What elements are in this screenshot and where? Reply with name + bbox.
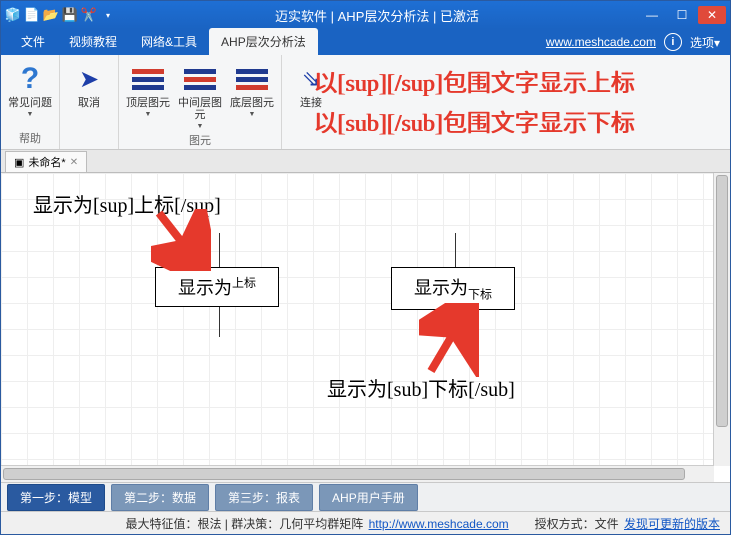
window-title: 迈实软件 | AHP层次分析法 | 已激活 [116,6,638,25]
step-manual-button[interactable]: AHP用户手册 [319,484,418,511]
step-model-button[interactable]: 第一步：模型 [7,484,105,511]
qat-dropdown-icon[interactable]: ▾ [100,7,116,23]
status-update-link[interactable]: 发现可更新的版本 [624,517,720,531]
quick-access-toolbar: 🧊 📄 📂 💾 ✂️ ▾ [5,7,116,23]
faq-button[interactable]: ? 常见问题 ▼ [7,59,53,118]
app-icon: 🧊 [5,7,21,23]
overlay-sub-hint: 以[sub][/sub]包围文字显示下标 [313,103,634,138]
info-icon[interactable]: i [664,33,682,51]
ribbon-group-layers: 顶层图元▼ 中间层图元▼ 底层图元▼ 图元 [119,55,282,149]
pointer-icon: ➤ [73,63,105,95]
overlay-sup-hint: 以[sup][/sup]包围文字显示上标 [313,63,634,98]
new-icon[interactable]: 📄 [24,7,40,23]
connect-icon: ⇘ [295,63,327,95]
window-controls: — ☐ ✕ [638,6,726,24]
caption-sub: 显示为[sub]下标[/sub] [327,373,515,402]
step-bar: 第一步：模型 第二步：数据 第三步：报表 AHP用户手册 [1,482,730,511]
document-tab[interactable]: ▣ 未命名* ✕ [5,151,87,172]
mid-layer-button[interactable]: 中间层图元▼ [177,59,223,130]
app-window: 🧊 📄 📂 💾 ✂️ ▾ 迈实软件 | AHP层次分析法 | 已激活 — ☐ ✕… [0,0,731,535]
cube-icon: ▣ [14,156,24,169]
ribbon-group-connect: ⇘ 连接 [282,55,340,149]
document-tabs: ▣ 未命名* ✕ [1,150,730,173]
options-button[interactable]: 选项▾ [690,34,720,51]
step-report-button[interactable]: 第三步：报表 [215,484,313,511]
node-sub[interactable]: 显示为下标 [391,267,515,310]
tab-video[interactable]: 视频教程 [57,28,129,55]
cancel-button[interactable]: ➤ 取消 [66,59,112,109]
titlebar: 🧊 📄 📂 💾 ✂️ ▾ 迈实软件 | AHP层次分析法 | 已激活 — ☐ ✕ [1,1,730,29]
connector-line [219,233,220,267]
connector-line [219,303,220,337]
cut-icon[interactable]: ✂️ [81,7,97,23]
top-layer-button[interactable]: 顶层图元▼ [125,59,171,118]
canvas-area: 显示为[sup]上标[/sup] 显示为[sub]下标[/sub] 显示为上标 … [1,173,730,482]
bot-layer-button[interactable]: 底层图元▼ [229,59,275,118]
canvas[interactable]: 显示为[sup]上标[/sup] 显示为[sub]下标[/sub] 显示为上标 … [1,173,714,466]
status-auth: 授权方式：文件 [535,517,619,531]
ribbon-group-help: ? 常见问题 ▼ 帮助 [1,55,60,149]
step-data-button[interactable]: 第二步：数据 [111,484,209,511]
close-button[interactable]: ✕ [698,6,726,24]
connector-line [455,233,456,267]
horizontal-scrollbar[interactable] [1,465,714,482]
maximize-button[interactable]: ☐ [668,6,696,24]
website-link[interactable]: www.meshcade.com [546,35,656,49]
tab-network[interactable]: 网络&工具 [129,28,209,55]
tab-ahp[interactable]: AHP层次分析法 [209,28,318,55]
bot-layer-icon [236,67,268,91]
open-icon[interactable]: 📂 [43,7,59,23]
question-icon: ? [14,63,46,95]
mid-layer-icon [184,67,216,91]
vertical-scrollbar[interactable] [713,173,730,466]
close-tab-icon[interactable]: ✕ [70,157,78,168]
scrollbar-thumb[interactable] [716,175,728,427]
ribbon-group-cancel: ➤ 取消 [60,55,119,149]
node-sup[interactable]: 显示为上标 [155,267,279,307]
caption-sup: 显示为[sup]上标[/sup] [33,189,221,218]
save-icon[interactable]: 💾 [62,7,78,23]
connect-button[interactable]: ⇘ 连接 [288,59,334,109]
ribbon-tabs: 文件 视频教程 网络&工具 AHP层次分析法 www.meshcade.com … [1,29,730,55]
minimize-button[interactable]: — [638,6,666,24]
top-layer-icon [132,67,164,91]
scrollbar-thumb[interactable] [3,468,685,480]
status-bar: 最大特征值：根法 | 群决策：几何平均群矩阵 http://www.meshca… [1,511,730,534]
status-eigen: 最大特征值：根法 | 群决策：几何平均群矩阵 [125,517,366,531]
status-link[interactable]: http://www.meshcade.com [369,517,509,531]
ribbon: ? 常见问题 ▼ 帮助 ➤ 取消 顶层图元▼ [1,55,730,150]
tab-file[interactable]: 文件 [9,28,57,55]
